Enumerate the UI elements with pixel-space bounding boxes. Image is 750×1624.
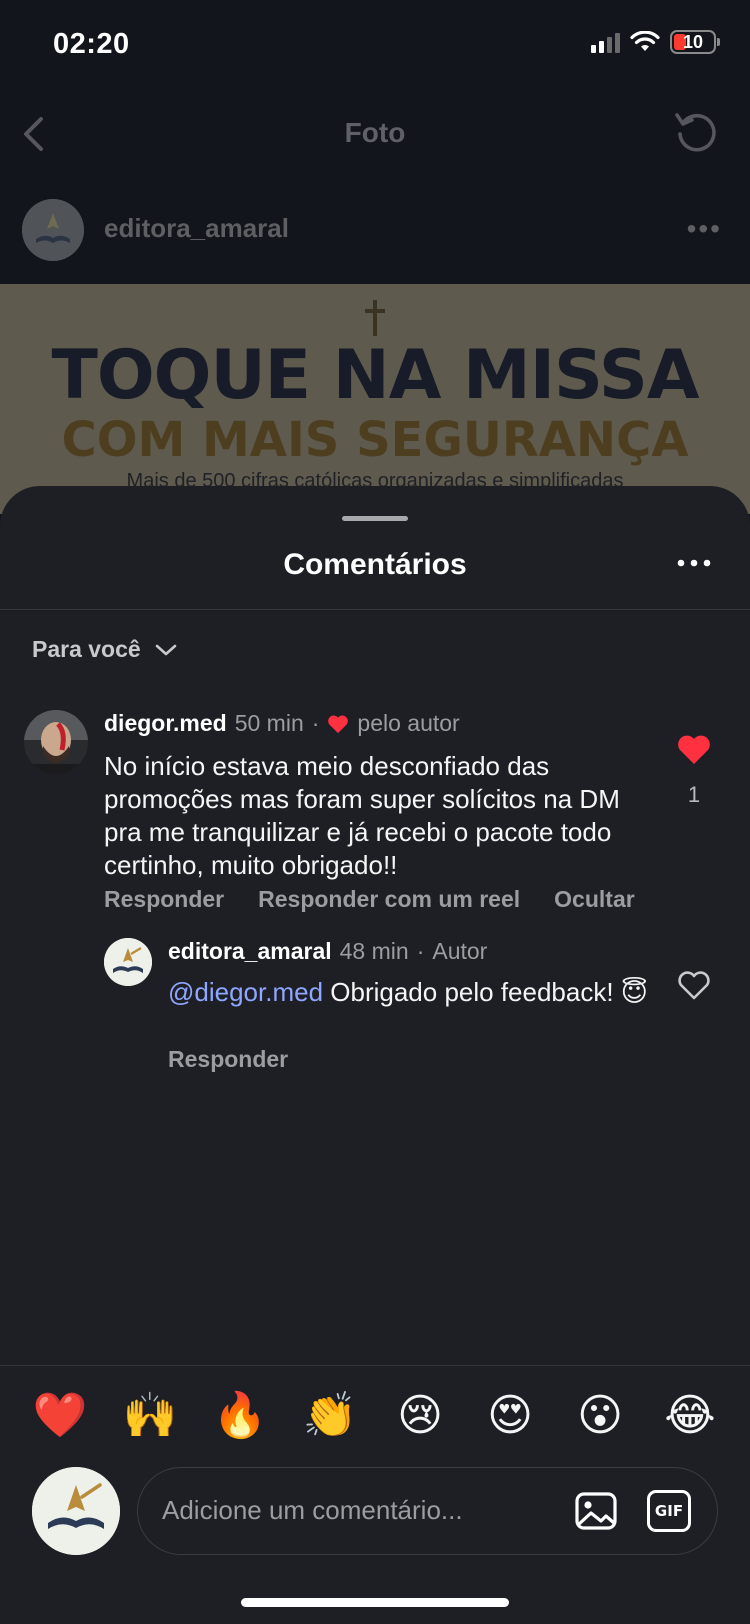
current-user-avatar: [32, 1467, 120, 1555]
emoji-heart-eyes[interactable]: 😍: [480, 1388, 540, 1444]
reply-username[interactable]: editora_amaral: [168, 938, 332, 965]
wifi-icon: [630, 31, 660, 51]
meta-separator: ·: [311, 710, 320, 736]
post-author-avatar[interactable]: [22, 199, 84, 261]
reply-text: @diegor.med Obrigado pelo feedback! 😇: [168, 976, 668, 1009]
refresh-icon[interactable]: [672, 107, 722, 157]
emoji-heart[interactable]: ❤️: [30, 1388, 90, 1444]
comment-time: 50 min: [234, 710, 304, 736]
reply-with-reel-button[interactable]: Responder com um reel: [258, 886, 520, 913]
page-title: Foto: [344, 117, 406, 148]
post-author-row: editora_amaral •••: [0, 195, 750, 265]
post-author-username[interactable]: editora_amaral: [104, 213, 289, 244]
quick-emoji-bar: ❤️ 🙌 🔥 👏 😢 😍 😮 😂: [0, 1388, 750, 1444]
reply-time: 48 min: [339, 938, 409, 964]
meta-separator: ·: [416, 938, 425, 964]
status-time: 02:20: [53, 28, 130, 60]
more-options-icon[interactable]: [674, 548, 714, 578]
comment-item: diegor.med 50 min · pelo autor No início…: [0, 710, 750, 913]
image-picker-icon[interactable]: [573, 1488, 619, 1534]
reply-author-avatar[interactable]: [104, 938, 152, 986]
status-bar: 02:20 10: [0, 0, 750, 95]
reply-button[interactable]: Responder: [168, 1046, 288, 1073]
top-navigation-bar: Foto: [0, 95, 750, 175]
filter-label: Para você: [32, 636, 141, 662]
battery-level: 10: [682, 31, 704, 52]
comment-filter-dropdown[interactable]: Para você: [32, 636, 179, 663]
liked-by-author-label: pelo autor: [357, 710, 460, 736]
sheet-grabber[interactable]: [342, 516, 408, 521]
hide-button[interactable]: Ocultar: [554, 886, 635, 913]
like-heart-outline-icon[interactable]: [676, 970, 712, 1002]
emoji-clapping[interactable]: 👏: [300, 1388, 360, 1444]
sheet-title: Comentários: [283, 548, 467, 581]
author-badge: Autor: [432, 938, 488, 964]
reply-item: editora_amaral 48 min · Autor @diegor.me…: [0, 938, 750, 1088]
cellular-signal-icon: [591, 31, 620, 53]
battery-indicator: 10: [670, 30, 720, 54]
reply-actions: Responder: [168, 1046, 288, 1073]
like-heart-filled-icon[interactable]: [676, 734, 712, 766]
heart-filled-icon: [328, 715, 349, 733]
mention-link[interactable]: @diegor.med: [168, 977, 323, 1007]
comments-sheet: Comentários Para você diegor.med 50 min …: [0, 486, 750, 1624]
status-icons: 10: [591, 30, 720, 54]
comment-username[interactable]: diegor.med: [104, 710, 227, 737]
comment-actions: Responder Responder com um reel Ocultar: [104, 886, 635, 913]
like-count: 1: [687, 782, 701, 807]
gif-button[interactable]: GIF: [647, 1490, 691, 1532]
comment-input[interactable]: [162, 1488, 522, 1532]
emoji-surprised[interactable]: 😮: [570, 1388, 630, 1444]
emoji-raised-hands[interactable]: 🙌: [120, 1388, 180, 1444]
emoji-bar-divider: [0, 1365, 750, 1366]
emoji-crying[interactable]: 😢: [390, 1388, 450, 1444]
post-more-options[interactable]: •••: [687, 213, 722, 245]
home-indicator: [241, 1598, 509, 1607]
reply-body: Obrigado pelo feedback! 😇: [323, 977, 648, 1007]
comment-text: No início estava meio desconfiado das pr…: [104, 751, 620, 880]
photo-subheadline: COM MAIS SEGURANÇA: [61, 412, 689, 468]
comment-meta: diegor.med 50 min · pelo autor: [104, 710, 460, 737]
post-photo: TOQUE NA MISSA COM MAIS SEGURANÇA Mais d…: [0, 284, 750, 514]
cross-icon: [365, 300, 385, 336]
sheet-divider: [0, 609, 750, 610]
reply-button[interactable]: Responder: [104, 886, 224, 913]
reply-meta: editora_amaral 48 min · Autor: [168, 938, 487, 965]
emoji-fire[interactable]: 🔥: [210, 1388, 270, 1444]
commenter-avatar[interactable]: [24, 710, 88, 774]
emoji-laughing[interactable]: 😂: [660, 1388, 720, 1444]
comment-composer: GIF: [137, 1467, 718, 1555]
chevron-down-icon: [155, 644, 177, 655]
photo-headline: TOQUE NA MISSA: [51, 336, 699, 415]
